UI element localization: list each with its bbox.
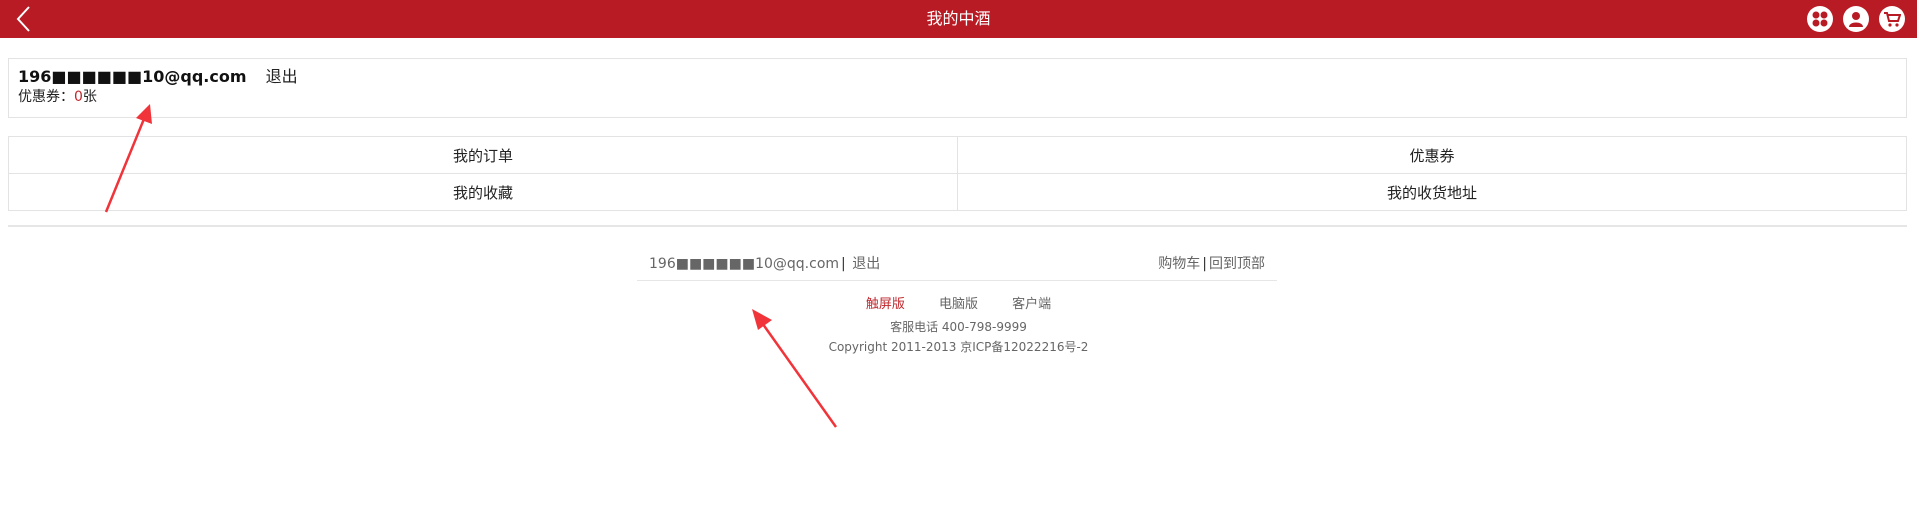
annotation-arrow-icon [752, 309, 838, 428]
annotation-arrow-icon [104, 104, 152, 213]
annotation-arrows [104, 104, 838, 428]
